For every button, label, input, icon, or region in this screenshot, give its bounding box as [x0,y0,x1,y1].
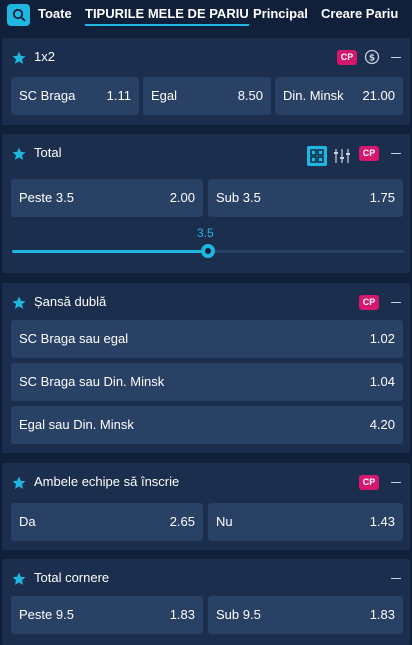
star-icon[interactable] [12,296,26,310]
tab-tipurile-mele[interactable]: TIPURILE MELE DE PARIU [85,6,249,26]
slider-handle[interactable] [201,244,215,258]
odd-button[interactable]: SC Braga 1.11 [11,77,139,115]
odd-label: Peste 3.5 [19,190,74,205]
cash-out-icon[interactable]: $ [364,49,380,65]
tab-toate[interactable]: Toate [38,6,72,21]
odd-value: 8.50 [237,88,263,103]
market-card-total: Total CP Peste 3.5 2.00 Sub 3.5 1.75 3.5 [2,134,410,273]
odd-value: 21.00 [362,88,395,103]
odd-label: SC Braga sau egal [19,331,129,346]
search-button[interactable] [7,4,30,26]
cp-badge: CP [359,295,379,310]
line-slider[interactable]: 3.5 [12,226,404,266]
odd-button[interactable]: Din. Minsk 21.00 [275,77,403,115]
star-icon[interactable] [12,147,26,161]
odd-value: 4.20 [369,417,395,432]
odd-value: 2.00 [169,190,195,205]
odd-label: Da [19,514,36,529]
odd-value: 1.04 [369,374,395,389]
market-header[interactable]: Total CP [2,134,410,174]
odd-label: Egal [151,88,178,103]
cp-badge: CP [359,475,379,490]
slider-fill [12,250,208,253]
odd-value: 1.02 [369,331,395,346]
star-icon[interactable] [12,51,26,65]
odd-button[interactable]: Da 2.65 [11,503,203,541]
odd-label: SC Braga sau Din. Minsk [19,374,165,389]
market-title: Șansă dublă [34,294,107,309]
market-card-total-corners: Total cornere Peste 9.5 1.83 Sub 9.5 1.8… [2,559,410,645]
sliders-icon[interactable] [333,147,351,165]
market-card-btts: Ambele echipe să înscrie CP Da 2.65 Nu 1… [2,463,410,550]
collapse-icon[interactable] [391,153,401,154]
odd-value: 1.75 [369,190,395,205]
grid-view-icon[interactable] [307,146,327,166]
odd-label: Egal sau Din. Minsk [19,417,134,432]
odd-value: 1.83 [169,607,195,622]
market-title: Total [34,145,62,160]
odd-button[interactable]: SC Braga sau egal 1.02 [11,320,403,358]
odd-button[interactable]: Egal 8.50 [143,77,271,115]
market-header[interactable]: Ambele echipe să înscrie CP [2,463,410,503]
odd-value: 1.83 [369,607,395,622]
tab-creare-pariu[interactable]: Creare Pariu [321,6,398,21]
market-title: Ambele echipe să înscrie [34,474,180,489]
star-icon[interactable] [12,476,26,490]
odd-label: Sub 3.5 [216,190,261,205]
collapse-icon[interactable] [391,578,401,579]
collapse-icon[interactable] [391,302,401,303]
odd-button[interactable]: Sub 3.5 1.75 [208,179,403,217]
collapse-icon[interactable] [391,482,401,483]
odd-label: SC Braga [19,88,76,103]
odd-value: 2.65 [169,514,195,529]
slider-value-label: 3.5 [197,226,214,240]
odd-button[interactable]: Peste 9.5 1.83 [11,596,203,634]
market-title: Total cornere [34,570,110,585]
odd-label: Din. Minsk [283,88,344,103]
market-tabs-bar: Toate TIPURILE MELE DE PARIU Principal C… [0,0,412,30]
odd-value: 1.43 [369,514,395,529]
odd-button[interactable]: Egal sau Din. Minsk 4.20 [11,406,403,444]
tab-principal[interactable]: Principal [253,6,308,21]
market-title: 1x2 [34,49,55,64]
svg-text:$: $ [369,54,375,64]
odd-value: 1.11 [106,88,131,103]
market-header[interactable]: Șansă dublă CP [2,283,410,323]
cp-badge: CP [337,50,357,65]
odd-label: Sub 9.5 [216,607,261,622]
market-card-double-chance: Șansă dublă CP SC Braga sau egal 1.02 SC… [2,283,410,453]
market-header[interactable]: Total cornere [2,559,410,599]
market-card-1x2: 1x2 CP $ SC Braga 1.11 Egal 8.50 Din. Mi… [2,38,410,125]
odd-button[interactable]: SC Braga sau Din. Minsk 1.04 [11,363,403,401]
star-icon[interactable] [12,572,26,586]
odd-button[interactable]: Sub 9.5 1.83 [208,596,403,634]
odd-button[interactable]: Nu 1.43 [208,503,403,541]
search-icon [12,8,25,22]
market-header[interactable]: 1x2 CP $ [2,38,410,78]
cp-badge: CP [359,146,379,161]
odd-button[interactable]: Peste 3.5 2.00 [11,179,203,217]
odd-label: Peste 9.5 [19,607,74,622]
odd-label: Nu [216,514,233,529]
collapse-icon[interactable] [391,57,401,58]
